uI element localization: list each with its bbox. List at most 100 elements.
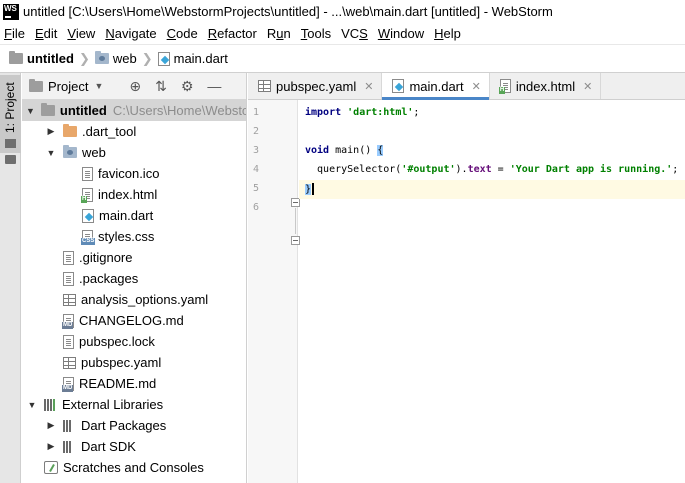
tab-index-html[interactable]: Hindex.html ✕ [490,73,602,99]
editor-tab-bar: pubspec.yaml ✕ main.dart ✕ Hindex.html ✕ [248,73,685,100]
chevron-down-icon[interactable]: ▼ [45,148,57,158]
breadcrumb: untitled ❯ web ❯ main.dart [0,44,685,73]
tree-item-label: Scratches and Consoles [63,460,204,475]
breadcrumb-file[interactable]: main.dart [157,51,228,66]
tree-item-gitignore[interactable]: .gitignore [22,247,246,268]
favorites-tool-icon[interactable] [5,155,16,164]
menu-code[interactable]: Code [162,23,203,44]
left-tool-strip: 1: Project [0,73,21,483]
chevron-down-icon[interactable]: ▼ [94,81,103,91]
md-file-icon: MD [62,376,74,392]
tree-item-readme-md[interactable]: MD README.md [22,373,246,394]
code-punct: ; [413,107,420,118]
line-number: 2 [252,126,259,137]
project-panel: Project ▼ ⊕ ⇅ ⚙ — ▼ untitled C:\Users\Home… [22,73,247,483]
css-file-icon: CSS [81,229,96,245]
yaml-file-icon [63,293,76,306]
project-tool-tab[interactable]: 1: Project [0,75,21,153]
breadcrumb-project[interactable]: untitled [0,51,74,66]
tree-item-styles-css[interactable]: CSS styles.css [22,226,246,247]
tree-item-index-html[interactable]: Hindex.html [22,184,246,205]
tree-item-label: analysis_options.yaml [81,292,209,307]
project-tool-tab-label: 1: Project [3,82,17,133]
collapse-all-icon[interactable]: ⇅ [155,78,167,95]
code-line-1: import 'dart:html'; [305,107,419,118]
tree-item-pubspec-yaml[interactable]: pubspec.yaml [22,352,246,373]
tree-item-favicon-ico[interactable]: favicon.ico [22,163,246,184]
code-text: querySelector( [305,164,402,175]
line-number: 4 [252,164,259,175]
menu-view[interactable]: View [62,23,100,44]
tab-pubspec-yaml[interactable]: pubspec.yaml ✕ [248,73,383,99]
locate-file-icon[interactable]: ⊕ [129,78,141,95]
project-view-selector[interactable]: Project [48,79,88,94]
breadcrumb-file-label: main.dart [173,51,228,66]
menu-tools[interactable]: Tools [296,23,336,44]
matched-brace: { [377,145,384,156]
folder-web-icon [94,51,109,64]
tree-item-dart-packages[interactable]: ▶ Dart Packages [22,415,246,436]
chevron-right-icon[interactable]: ▶ [45,126,57,137]
project-tool-icon [5,139,16,148]
tree-item-dart-tool[interactable]: ▶ .dart_tool [22,121,246,142]
chevron-right-icon[interactable]: ▶ [45,441,57,452]
code-text: main() [329,145,378,156]
breadcrumb-web-label: web [112,51,137,66]
menu-edit[interactable]: Edit [30,23,62,44]
chevron-down-icon[interactable]: ▼ [26,400,38,410]
menu-window[interactable]: Window [373,23,429,44]
line-number: 6 [252,202,259,213]
menu-file[interactable]: File [0,23,30,44]
breadcrumb-web[interactable]: web [94,51,137,66]
close-icon[interactable]: ✕ [472,80,481,93]
scratch-icon [44,461,58,474]
html-file-icon: H [498,79,511,94]
tree-item-web[interactable]: ▼ web [22,142,246,163]
menu-help[interactable]: Help [429,23,466,44]
tree-item-main-dart[interactable]: main.dart [22,205,246,226]
tree-item-label: .packages [79,271,139,286]
tab-label: index.html [515,78,576,94]
tree-item-packages[interactable]: .packages [22,268,246,289]
tree-item-label: main.dart [99,208,154,223]
menu-refactor[interactable]: Refactor [203,23,262,44]
file-type-badge: MD [62,321,74,329]
tree-item-pubspec-lock[interactable]: pubspec.lock [22,331,246,352]
close-icon[interactable]: ✕ [364,80,373,93]
string-literal: '#output' [401,164,456,175]
chevron-right-icon[interactable]: ▶ [45,420,57,431]
tree-item-scratches-and-consoles[interactable]: Scratches and Consoles [22,457,246,478]
tree-item-dart-sdk[interactable]: ▶ Dart SDK [22,436,246,457]
close-icon[interactable]: ✕ [583,80,592,93]
window-title: untitled [C:\Users\Home\WebstormProjects… [23,4,553,19]
menu-navigate[interactable]: Navigate [100,23,161,44]
code-editor[interactable]: import 'dart:html'; void main() { queryS… [299,100,685,483]
tree-item-label: README.md [79,376,157,391]
tree-item-external-libraries[interactable]: ▼ External Libraries [22,394,246,415]
chevron-down-icon[interactable]: ▼ [26,106,35,116]
keyword: import [305,107,342,118]
tree-item-label: favicon.ico [98,166,160,181]
folder-gray-icon [40,103,55,116]
tree-item-untitled[interactable]: ▼ untitled C:\Users\Home\WebstormProjects\… [22,100,246,121]
code-line-4: querySelector('#output').text = 'Your Da… [305,164,678,175]
text-caret [312,183,314,195]
tab-label: main.dart [409,78,464,94]
tree-item-analysis-options-yaml[interactable]: analysis_options.yaml [22,289,246,310]
file-icon [63,271,74,286]
code-text: = [491,164,510,175]
tab-main-dart[interactable]: main.dart ✕ [382,73,490,100]
webstorm-logo-icon: WS [3,3,19,20]
tree-item-label: Dart SDK [81,439,136,454]
gear-icon[interactable]: ⚙ [181,78,194,95]
code-line-5: } [305,183,314,195]
menu-vcs[interactable]: VCS [336,23,373,44]
hide-panel-icon[interactable]: — [207,78,221,94]
line-number: 3 [252,145,259,156]
tree-item-changelog-md[interactable]: MD CHANGELOG.md [22,310,246,331]
file-icon [82,166,93,181]
file-type-badge: H [81,195,88,203]
breadcrumb-separator-icon: ❯ [141,50,153,66]
dart-file-icon [392,79,405,93]
menu-run[interactable]: Run [262,23,296,44]
